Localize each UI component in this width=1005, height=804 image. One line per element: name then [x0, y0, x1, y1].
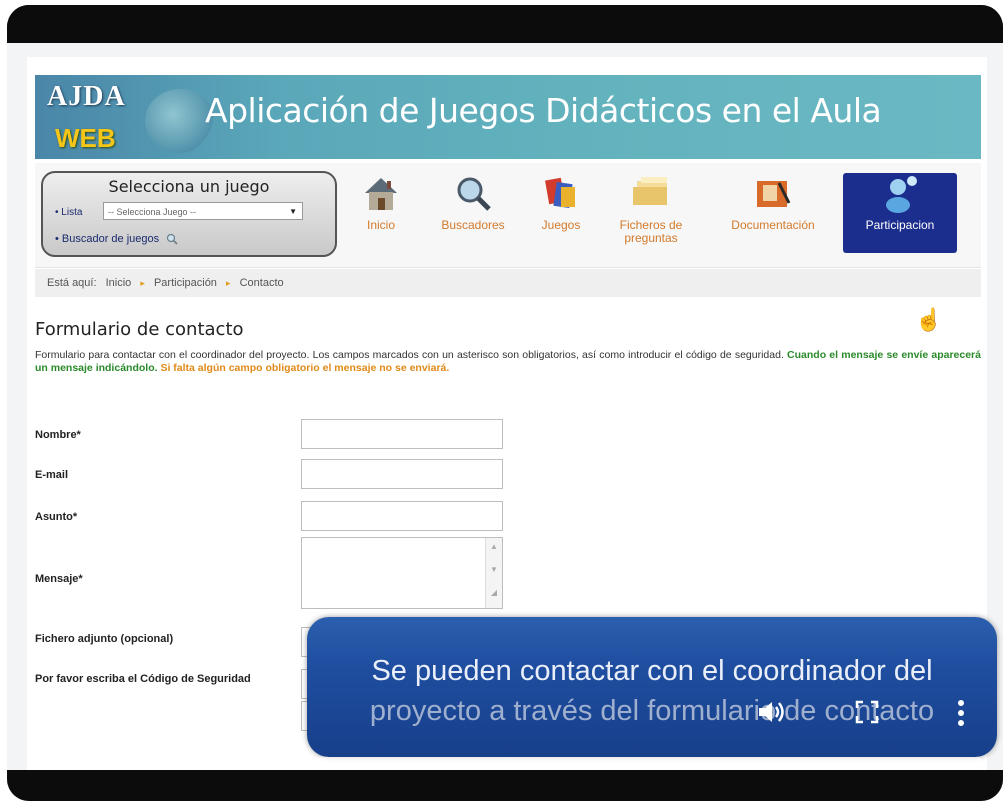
nav-participacion[interactable]: Participacion [843, 173, 957, 253]
nav-ficheros[interactable]: Ficheros de preguntas [603, 173, 699, 253]
progress-bar[interactable] [37, 757, 981, 763]
game-selector-box: Selecciona un juego • Lista -- Seleccion… [41, 171, 337, 257]
cards-icon [545, 177, 575, 208]
breadcrumb-prefix: Está aquí: [47, 277, 97, 289]
nav-inicio[interactable]: Inicio [351, 173, 411, 253]
chevron-down-icon: ▼ [289, 207, 297, 216]
book-icon [757, 181, 791, 207]
codigo-label: Por favor escriba el Código de Seguridad [35, 673, 251, 685]
nav-documentacion[interactable]: Documentación [715, 173, 831, 253]
breadcrumb: Está aquí: Inicio ▸ Participación ▸ Cont… [35, 269, 981, 297]
nombre-field[interactable] [301, 419, 503, 449]
folders-icon [633, 177, 667, 205]
game-dropdown-value: -- Selecciona Juego -- [108, 207, 197, 217]
intro-warning-note: Si falta algún campo obligatorio el mens… [160, 362, 450, 374]
mensaje-label: Mensaje* [35, 573, 83, 585]
game-dropdown[interactable]: -- Selecciona Juego -- ▼ [103, 202, 303, 220]
game-selector-title: Selecciona un juego [108, 177, 270, 196]
nav-label: Documentación [731, 218, 815, 232]
playback-time: 0:00 [110, 697, 157, 724]
breadcrumb-separator-icon: ▸ [140, 278, 145, 288]
email-field[interactable] [301, 459, 503, 489]
caption-box: Se pueden contactar con el coordinador d… [307, 617, 997, 757]
video-player[interactable]: AJDA WEB Aplicación de Juegos Didácticos… [7, 5, 1003, 801]
nombre-label: Nombre* [35, 429, 81, 441]
game-search-link[interactable]: • Buscador de juegos [55, 233, 178, 245]
list-label: • Lista [55, 207, 83, 218]
mensaje-textarea[interactable]: ▲ ▼ ◢ [301, 537, 503, 609]
game-search-label: • Buscador de juegos [55, 233, 160, 245]
caption-line-1: Se pueden contactar con el coordinador d… [371, 655, 933, 687]
scroll-down-icon: ▼ [490, 565, 498, 574]
fullscreen-icon[interactable] [855, 700, 879, 724]
asunto-label: Asunto* [35, 511, 78, 523]
form-title: Formulario de contacto [35, 319, 244, 340]
nav-juegos[interactable]: Juegos [535, 173, 587, 253]
breadcrumb-separator-icon: ▸ [226, 278, 231, 288]
breadcrumb-participacion[interactable]: Participación [154, 277, 217, 289]
site-title: Aplicación de Juegos Didácticos en el Au… [205, 91, 882, 130]
magnifier-small-icon [167, 233, 178, 245]
resize-handle-icon: ◢ [490, 588, 498, 597]
site-banner: AJDA WEB Aplicación de Juegos Didácticos… [35, 75, 981, 159]
logo-text-top: AJDA [47, 81, 126, 112]
breadcrumb-contacto: Contacto [239, 277, 284, 289]
nav-label: Inicio [366, 218, 395, 232]
person-speech-icon [886, 176, 917, 213]
nav-buscadores[interactable]: Buscadores [427, 173, 519, 253]
nav-label: Juegos [541, 218, 581, 232]
nav-label: Buscadores [441, 218, 505, 232]
breadcrumb-inicio[interactable]: Inicio [106, 277, 132, 289]
caption-line-2: proyecto a través del formulario de cont… [369, 695, 935, 727]
more-icon[interactable] [957, 699, 965, 727]
logo-text-bottom: WEB [55, 123, 116, 153]
email-label: E-mail [35, 469, 69, 481]
scroll-up-icon: ▲ [490, 542, 498, 551]
fichero-label: Fichero adjunto (opcional) [35, 633, 174, 645]
magnifier-icon [457, 177, 491, 211]
house-icon [365, 178, 397, 210]
player-bottom-bar [7, 770, 1003, 801]
textarea-scrollbar[interactable]: ▲ ▼ ◢ [485, 538, 502, 608]
nav-label: Participacion [865, 218, 935, 232]
volume-icon[interactable] [757, 699, 787, 725]
intro-text: Formulario para contactar con el coordin… [35, 349, 784, 361]
nav-label: Ficheros de preguntas [619, 218, 683, 245]
play-icon[interactable] [47, 699, 65, 721]
main-menu: Selecciona un juego • Lista -- Seleccion… [35, 163, 981, 268]
hand-cursor-icon: ☝ [915, 307, 943, 332]
player-top-bar [7, 5, 1003, 43]
form-intro: Formulario para contactar con el coordin… [35, 349, 981, 375]
asunto-field[interactable] [301, 501, 503, 531]
